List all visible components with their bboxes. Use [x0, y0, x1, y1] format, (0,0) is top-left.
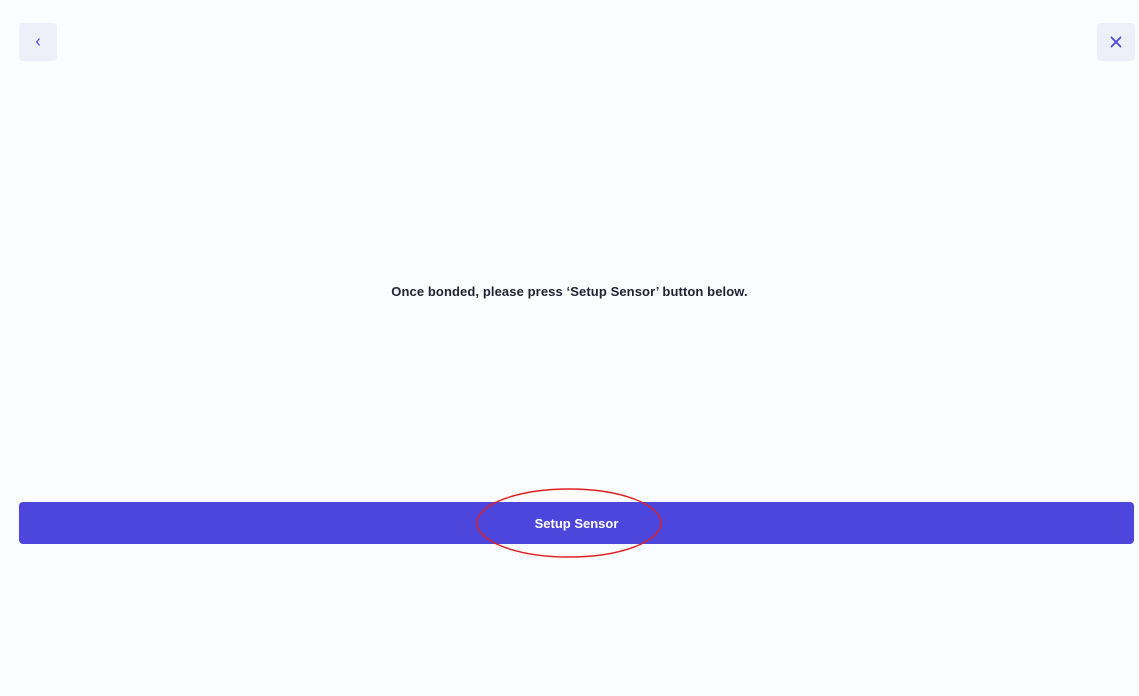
back-button[interactable] — [19, 23, 57, 61]
close-icon — [1109, 35, 1123, 49]
close-button[interactable] — [1097, 23, 1135, 61]
chevron-left-icon — [33, 37, 43, 47]
setup-screen: Once bonded, please press ‘Setup Sensor’… — [0, 0, 1139, 696]
setup-sensor-button[interactable]: Setup Sensor — [19, 502, 1134, 544]
instruction-message: Once bonded, please press ‘Setup Sensor’… — [391, 284, 748, 299]
